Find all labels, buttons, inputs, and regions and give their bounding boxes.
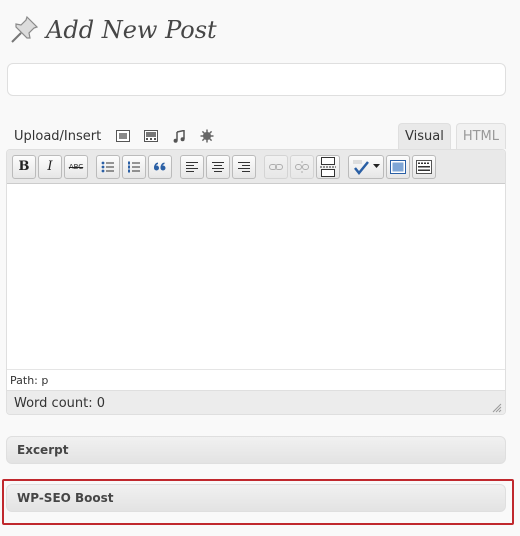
fullscreen-icon [390, 159, 406, 174]
insert-link-button[interactable] [264, 154, 288, 179]
media-icon[interactable] [199, 128, 215, 144]
word-count: Word count: 0 [14, 396, 106, 411]
unlink-button[interactable] [290, 154, 314, 179]
italic-glyph: I [47, 159, 53, 174]
kitchen-sink-icon [416, 159, 432, 174]
editor-tabs: Visual HTML [398, 123, 506, 149]
tab-html[interactable]: HTML [455, 123, 506, 149]
excerpt-box[interactable]: Excerpt [6, 436, 506, 464]
bullet-list-icon [101, 161, 114, 172]
align-right-button[interactable] [232, 154, 256, 179]
post-editor: B I ABC Path: p Word count: 0 [6, 149, 506, 415]
editor-content-area[interactable] [7, 184, 505, 369]
strikethrough-button[interactable]: ABC [64, 154, 88, 179]
align-left-icon [186, 161, 198, 172]
bold-button[interactable]: B [12, 154, 36, 179]
numbered-list-icon [128, 161, 140, 172]
link-icon [269, 163, 283, 170]
post-title-input[interactable] [7, 63, 506, 96]
image-icon[interactable] [115, 128, 131, 144]
editor-toolbar: B I ABC [7, 150, 505, 184]
align-left-button[interactable] [180, 154, 204, 179]
tab-visual[interactable]: Visual [398, 123, 451, 149]
insert-more-tag-button[interactable] [316, 154, 340, 179]
video-icon[interactable] [143, 128, 159, 144]
word-count-bar: Word count: 0 [7, 390, 505, 414]
highlight-annotation [2, 479, 514, 525]
excerpt-box-title: Excerpt [17, 443, 69, 457]
upload-insert-label: Upload/Insert [14, 128, 102, 144]
blockquote-button[interactable] [148, 154, 172, 179]
numbered-list-button[interactable] [122, 154, 146, 179]
chevron-down-icon[interactable] [373, 164, 380, 169]
blockquote-icon [154, 162, 166, 170]
media-buttons: Upload/Insert [14, 126, 227, 146]
spellcheck-icon [353, 159, 369, 175]
page-header: Add New Post [8, 14, 217, 46]
align-center-button[interactable] [206, 154, 230, 179]
resize-handle-icon[interactable] [491, 402, 502, 413]
unlink-icon [295, 160, 309, 173]
spellcheck-button[interactable] [348, 154, 384, 179]
bullet-list-button[interactable] [96, 154, 120, 179]
strike-glyph: ABC [68, 162, 84, 171]
audio-icon[interactable] [171, 128, 187, 144]
more-tag-icon [320, 156, 336, 177]
pushpin-icon [11, 15, 39, 43]
fullscreen-button[interactable] [386, 154, 410, 179]
editor-path: Path: p [7, 369, 505, 390]
kitchen-sink-button[interactable] [412, 154, 436, 179]
align-right-icon [238, 161, 250, 172]
italic-button[interactable]: I [38, 154, 62, 179]
page-title: Add New Post [46, 16, 217, 44]
align-center-icon [212, 161, 224, 172]
bold-glyph: B [18, 159, 30, 174]
